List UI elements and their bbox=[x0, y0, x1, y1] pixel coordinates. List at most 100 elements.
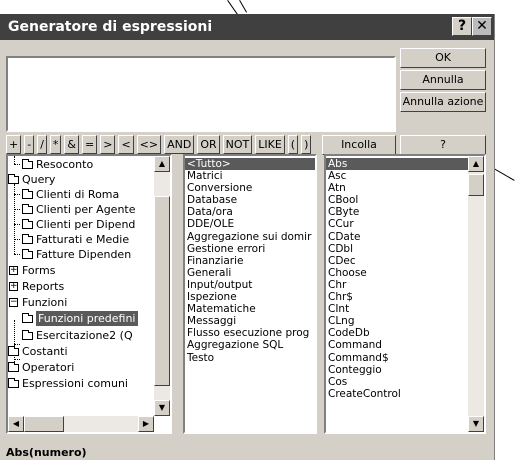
scroll-left-icon[interactable]: ◀ bbox=[8, 416, 24, 432]
tree-vertical-scrollbar[interactable]: ▲ ▼ bbox=[154, 156, 170, 416]
op-multiply-button[interactable]: * bbox=[49, 135, 62, 154]
op-and-button[interactable]: AND bbox=[164, 135, 195, 154]
object-tree[interactable]: Resoconto Query Clienti di Roma Clienti … bbox=[6, 154, 172, 434]
op-concat-button[interactable]: & bbox=[64, 135, 79, 154]
list-item[interactable]: Flusso esecuzione prog bbox=[185, 327, 315, 339]
paste-button[interactable]: Incolla bbox=[322, 135, 396, 155]
minus-box-icon[interactable]: − bbox=[9, 298, 18, 307]
tree-item-fatture-dipenden[interactable]: Fatture Dipenden bbox=[8, 247, 156, 262]
op-close-paren-button[interactable]: ) bbox=[301, 135, 312, 154]
help-title-button[interactable]: ? bbox=[452, 17, 472, 36]
list-item[interactable]: CDec bbox=[326, 255, 470, 267]
tree-item-funzioni[interactable]: − Funzioni bbox=[8, 295, 156, 310]
scroll-down-icon[interactable]: ▼ bbox=[468, 416, 484, 432]
tree-item-forms[interactable]: + Forms bbox=[8, 263, 156, 278]
help-button[interactable]: ? bbox=[400, 135, 486, 155]
list-item[interactable]: Messaggi bbox=[185, 315, 315, 327]
scroll-down-icon[interactable]: ▼ bbox=[154, 400, 170, 416]
op-greater-button[interactable]: > bbox=[100, 135, 116, 154]
scroll-thumb[interactable] bbox=[24, 416, 64, 432]
list-item[interactable]: CBool bbox=[326, 194, 470, 206]
list-item[interactable]: Atn bbox=[326, 182, 470, 194]
tree-item-clienti-per-agente[interactable]: Clienti per Agente bbox=[8, 202, 156, 217]
list-item[interactable]: CDate bbox=[326, 231, 470, 243]
list-item[interactable]: Database bbox=[185, 194, 315, 206]
tree-item-query[interactable]: Query bbox=[8, 172, 156, 187]
function-vertical-scrollbar[interactable]: ▲ ▼ bbox=[468, 156, 484, 432]
function-list[interactable]: Abs Asc Atn CBool CByte CCur CDate CDbl … bbox=[324, 154, 486, 434]
list-item[interactable]: Testo bbox=[185, 352, 315, 364]
op-plus-button[interactable]: + bbox=[6, 135, 22, 154]
op-like-button[interactable]: LIKE bbox=[255, 135, 285, 154]
scroll-thumb[interactable] bbox=[468, 174, 484, 196]
tree-item-espressioni-comuni[interactable]: Espressioni comuni bbox=[8, 376, 156, 391]
ok-button[interactable]: OK bbox=[400, 48, 486, 68]
list-item[interactable]: CodeDb bbox=[326, 327, 470, 339]
list-item[interactable]: Matematiche bbox=[185, 303, 315, 315]
list-item[interactable]: DDE/OLE bbox=[185, 218, 315, 230]
op-minus-button[interactable]: - bbox=[24, 135, 35, 154]
list-item[interactable]: Matrici bbox=[185, 170, 315, 182]
scroll-thumb[interactable] bbox=[154, 196, 170, 386]
tree-item-fatturati-e-medie[interactable]: Fatturati e Medie bbox=[8, 232, 156, 247]
list-item[interactable]: Conteggio bbox=[326, 364, 470, 376]
undo-button[interactable]: Annulla azione bbox=[400, 92, 486, 112]
list-item[interactable]: Cos bbox=[326, 376, 470, 388]
op-notequal-button[interactable]: <> bbox=[136, 135, 162, 154]
scroll-up-icon[interactable]: ▲ bbox=[468, 156, 484, 172]
tree-horizontal-scrollbar[interactable]: ◀ ▶ bbox=[8, 416, 154, 432]
list-item[interactable]: CreateControl bbox=[326, 388, 470, 400]
op-open-paren-button[interactable]: ( bbox=[287, 135, 299, 154]
tree-item-label: Clienti per Agente bbox=[36, 203, 136, 216]
tree-item-clienti-per-dipend[interactable]: Clienti per Dipend bbox=[8, 217, 156, 232]
list-item[interactable]: Asc bbox=[326, 170, 470, 182]
list-item[interactable]: CByte bbox=[326, 206, 470, 218]
tree-item-esercitazione2[interactable]: Esercitazione2 (Q bbox=[8, 328, 156, 343]
tree-list: Resoconto Query Clienti di Roma Clienti … bbox=[8, 156, 156, 416]
list-item[interactable]: Data/ora bbox=[185, 206, 315, 218]
op-divide-button[interactable]: / bbox=[37, 135, 47, 154]
list-item[interactable]: CLng bbox=[326, 315, 470, 327]
op-equal-button[interactable]: = bbox=[82, 135, 98, 154]
list-item[interactable]: Aggregazione sui domir bbox=[185, 231, 315, 243]
list-item[interactable]: Finanziarie bbox=[185, 255, 315, 267]
op-not-button[interactable]: NOT bbox=[222, 135, 253, 154]
tree-item-label: Operatori bbox=[22, 361, 75, 374]
list-item[interactable]: Abs bbox=[326, 158, 470, 171]
list-item[interactable]: CDbl bbox=[326, 243, 470, 255]
list-item[interactable]: CInt bbox=[326, 303, 470, 315]
cancel-button[interactable]: Annulla bbox=[400, 70, 486, 90]
plus-box-icon[interactable]: + bbox=[9, 282, 18, 291]
category-list[interactable]: <Tutto> Matrici Conversione Database Dat… bbox=[183, 154, 317, 434]
list-item[interactable]: Command bbox=[326, 339, 470, 351]
tree-item-clienti-di-roma[interactable]: Clienti di Roma bbox=[8, 187, 156, 202]
expression-builder-dialog: Generatore di espressioni ? ✕ OK Annulla… bbox=[0, 14, 495, 460]
list-item[interactable]: CCur bbox=[326, 218, 470, 230]
list-item[interactable]: <Tutto> bbox=[185, 158, 315, 171]
list-item[interactable]: Ispezione bbox=[185, 291, 315, 303]
list-item[interactable]: Input/output bbox=[185, 279, 315, 291]
op-less-button[interactable]: < bbox=[118, 135, 134, 154]
folder-icon bbox=[22, 219, 33, 229]
list-item[interactable]: Choose bbox=[326, 267, 470, 279]
list-item[interactable]: Conversione bbox=[185, 182, 315, 194]
scroll-up-icon[interactable]: ▲ bbox=[154, 156, 170, 172]
title-bar[interactable]: Generatore di espressioni ? ✕ bbox=[0, 14, 494, 40]
tree-item-resoconto[interactable]: Resoconto bbox=[8, 157, 156, 172]
scroll-right-icon[interactable]: ▶ bbox=[138, 416, 154, 432]
list-item[interactable]: Command$ bbox=[326, 352, 470, 364]
list-item[interactable]: Chr bbox=[326, 279, 470, 291]
close-button[interactable]: ✕ bbox=[472, 17, 492, 36]
tree-item-operatori[interactable]: Operatori bbox=[8, 360, 156, 375]
tree-item-funzioni-predefinite[interactable]: Funzioni predefini bbox=[8, 311, 156, 326]
plus-box-icon[interactable]: + bbox=[9, 266, 18, 275]
list-item[interactable]: Aggregazione SQL bbox=[185, 339, 315, 351]
op-or-button[interactable]: OR bbox=[197, 135, 220, 154]
tree-item-costanti[interactable]: Costanti bbox=[8, 344, 156, 359]
list-item[interactable]: Gestione errori bbox=[185, 243, 315, 255]
folder-icon bbox=[22, 159, 33, 169]
tree-item-reports[interactable]: + Reports bbox=[8, 279, 156, 294]
expression-input[interactable] bbox=[6, 56, 396, 132]
list-item[interactable]: Generali bbox=[185, 267, 315, 279]
list-item[interactable]: Chr$ bbox=[326, 291, 470, 303]
